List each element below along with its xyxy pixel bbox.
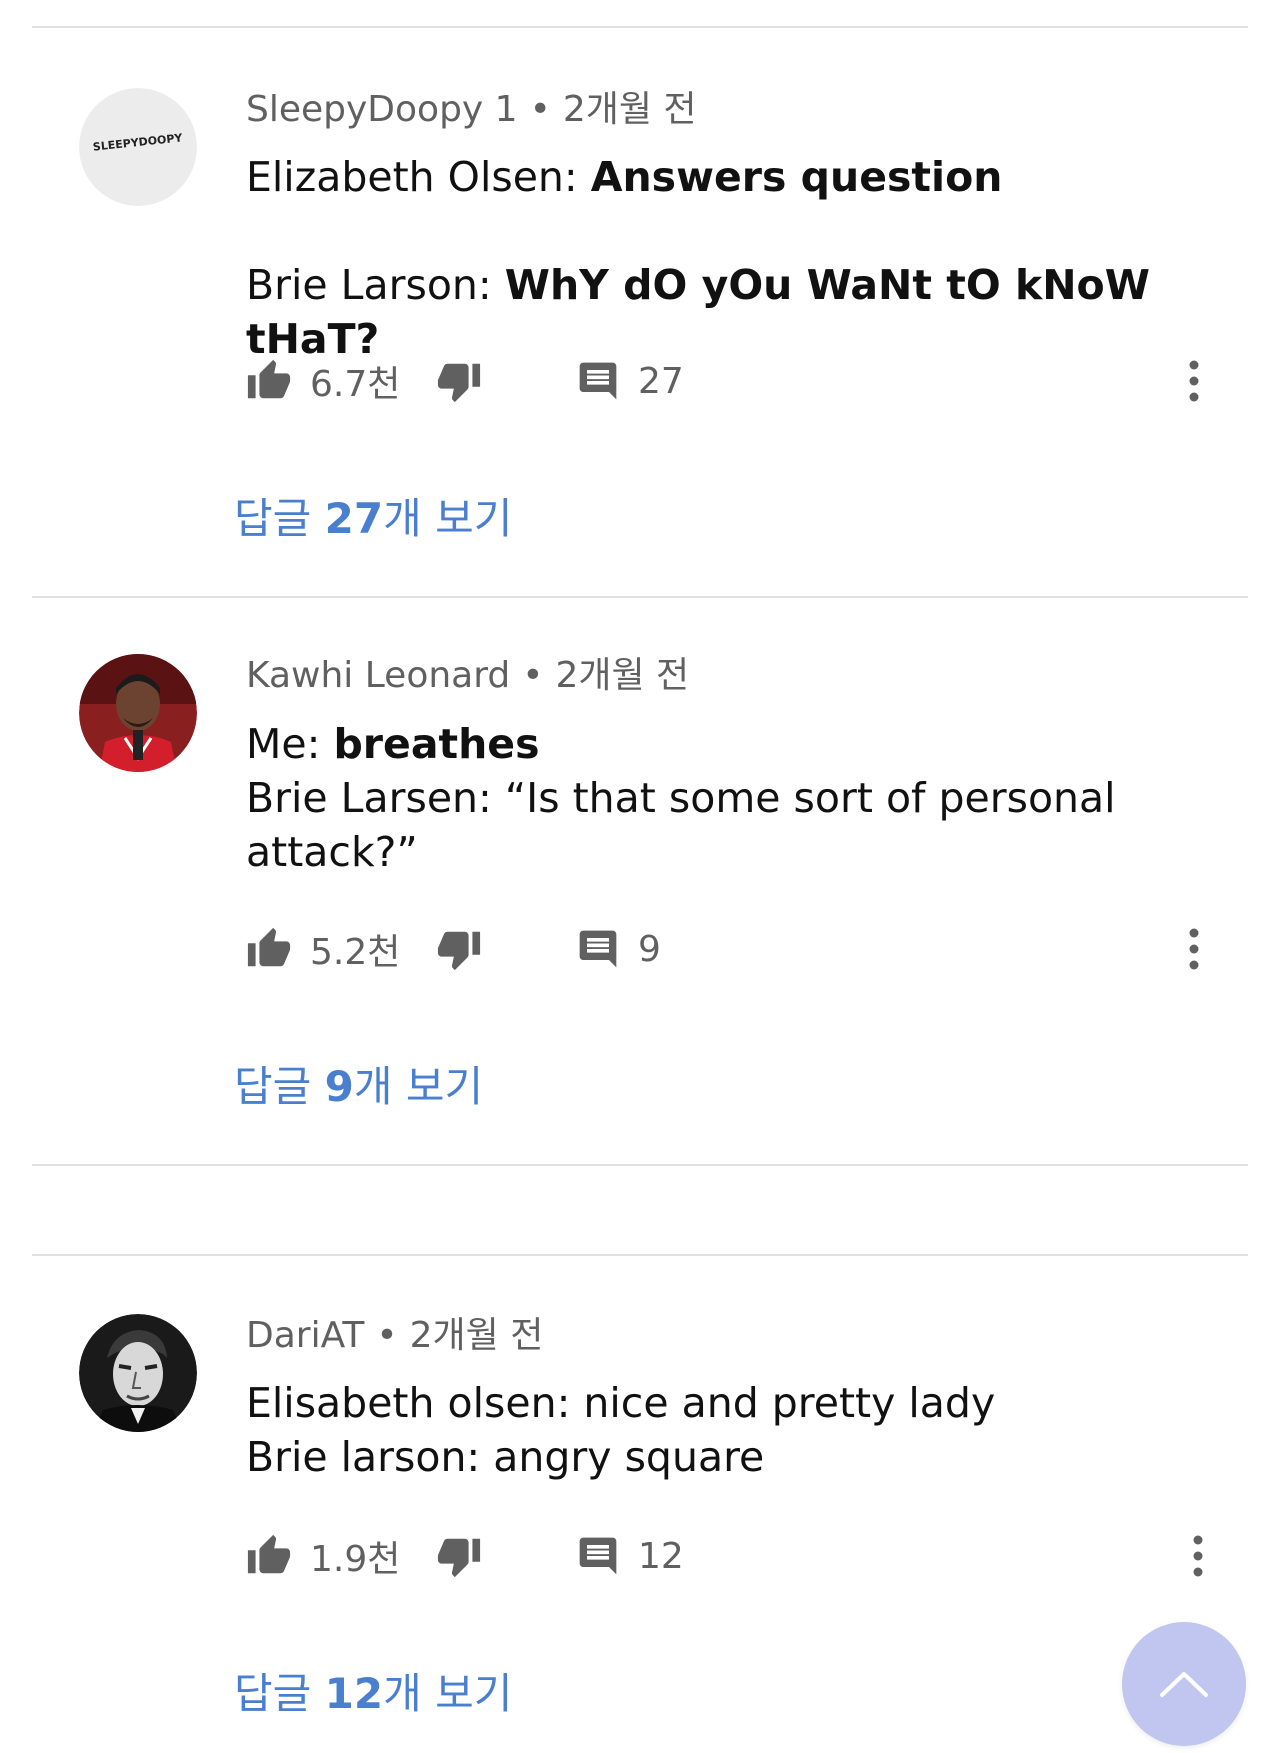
comment-meta: Kawhi Leonard • 2개월 전 xyxy=(246,655,690,696)
thumb-up-icon xyxy=(247,927,291,967)
like-count: 5.2천 xyxy=(310,932,401,973)
timestamp: 2개월 전 xyxy=(409,1315,544,1356)
comment-line: Brie Larson: WhY dO yOu WaNt tO kNoW tHa… xyxy=(246,261,1165,363)
comment-line: attack?” xyxy=(246,828,418,876)
comment-line-blank xyxy=(246,204,1206,258)
more-vertical-icon xyxy=(1189,360,1199,402)
reply-button[interactable]: 9 xyxy=(576,919,661,979)
more-options-button[interactable] xyxy=(1186,919,1202,979)
comment-line: Elizabeth Olsen: Answers question xyxy=(246,153,1003,201)
comment-line: Brie larson: angry square xyxy=(246,1433,765,1481)
like-button[interactable]: 5.2천 xyxy=(246,919,400,979)
thumb-down-icon xyxy=(437,363,481,403)
comment-icon xyxy=(579,362,617,400)
more-options-button[interactable] xyxy=(1190,1526,1206,1586)
author-name[interactable]: Kawhi Leonard xyxy=(246,655,510,696)
scroll-to-top-button[interactable] xyxy=(1122,1622,1246,1746)
avatar-dariat[interactable] xyxy=(79,1314,197,1432)
dislike-button[interactable] xyxy=(436,351,482,411)
like-button[interactable]: 6.7천 xyxy=(246,351,400,411)
comment-actions: 5.2천 9 xyxy=(246,919,1216,979)
timestamp: 2개월 전 xyxy=(562,89,697,130)
view-replies-link[interactable]: 답글 9개 보기 xyxy=(234,1061,483,1113)
dislike-button[interactable] xyxy=(436,919,482,979)
thumb-up-icon xyxy=(247,359,291,399)
timestamp: 2개월 전 xyxy=(555,655,690,696)
comment-meta: SleepyDoopy 1 • 2개월 전 xyxy=(246,89,697,130)
comment-text: Me: breathes Brie Larsen: “Is that some … xyxy=(246,717,1206,879)
reply-count: 9 xyxy=(638,928,661,970)
comment-line: Me: breathes xyxy=(246,720,540,768)
chevron-up-icon xyxy=(1160,1672,1208,1697)
avatar-kawhi-leonard[interactable] xyxy=(79,654,197,772)
divider-1 xyxy=(32,596,1248,598)
author-name[interactable]: DariAT xyxy=(246,1315,364,1356)
comment-actions: 1.9천 12 xyxy=(246,1526,1216,1586)
thumb-up-icon xyxy=(247,1534,291,1574)
avatar-sleepydoopy[interactable]: SLEEPYDOOPY xyxy=(79,88,197,206)
comment-meta: DariAT • 2개월 전 xyxy=(246,1315,544,1356)
reply-button[interactable]: 12 xyxy=(576,1526,684,1586)
comment-line: Brie Larsen: “Is that some sort of perso… xyxy=(246,774,1116,822)
comment-actions: 6.7천 27 xyxy=(246,351,1216,411)
view-replies-link[interactable]: 답글 12개 보기 xyxy=(234,1668,512,1720)
comment-line: Elisabeth olsen: nice and pretty lady xyxy=(246,1379,996,1427)
reply-count: 27 xyxy=(638,360,684,402)
view-replies-link[interactable]: 답글 27개 보기 xyxy=(234,493,512,545)
divider-top xyxy=(32,26,1248,28)
more-vertical-icon xyxy=(1189,928,1199,970)
reply-count: 12 xyxy=(638,1535,684,1577)
author-name[interactable]: SleepyDoopy 1 xyxy=(246,89,518,130)
thumb-down-icon xyxy=(437,1538,481,1578)
reply-button[interactable]: 27 xyxy=(576,351,684,411)
comment-text: Elisabeth olsen: nice and pretty lady Br… xyxy=(246,1376,1206,1484)
divider-3 xyxy=(32,1254,1248,1256)
thumb-down-icon xyxy=(437,931,481,971)
more-options-button[interactable] xyxy=(1186,351,1202,411)
more-vertical-icon xyxy=(1193,1535,1203,1577)
dislike-button[interactable] xyxy=(436,1526,482,1586)
like-count: 6.7천 xyxy=(310,364,401,405)
divider-2 xyxy=(32,1164,1248,1166)
like-button[interactable]: 1.9천 xyxy=(246,1526,400,1586)
comment-text: Elizabeth Olsen: Answers question Brie L… xyxy=(246,150,1206,366)
like-count: 1.9천 xyxy=(310,1539,401,1580)
comment-icon xyxy=(579,930,617,968)
comment-icon xyxy=(579,1537,617,1575)
